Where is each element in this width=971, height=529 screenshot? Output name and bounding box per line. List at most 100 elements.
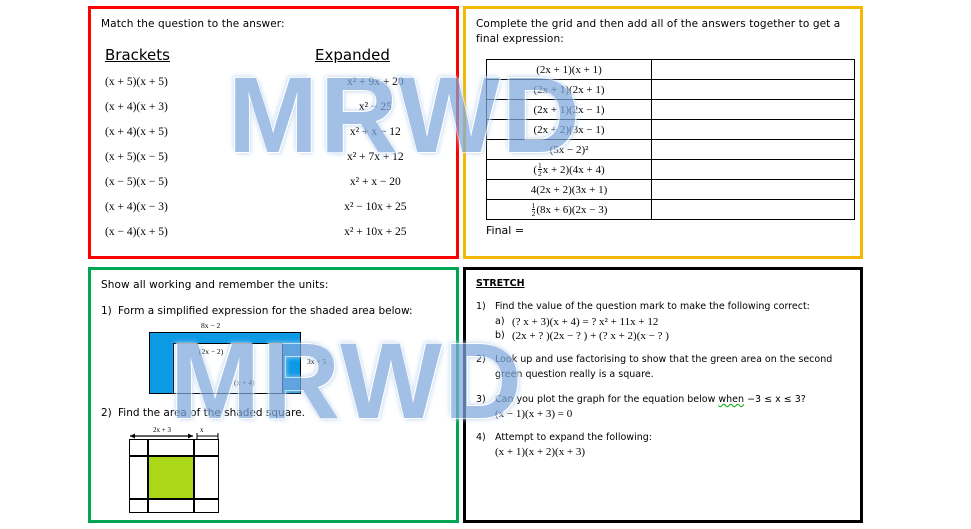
- bracket-expression: (x − 4)(x + 5): [105, 226, 168, 239]
- stretch-item-3-equation: (x − 1)(x + 3) = 0: [495, 408, 573, 420]
- question-text: Form a simplified expression for the sha…: [118, 305, 413, 318]
- table-row: (2x + 1)(2x + 1): [486, 79, 855, 101]
- item-text: Find the value of the question mark to m…: [495, 301, 810, 312]
- question-number: 1): [101, 305, 112, 318]
- fraction-one-half: 12: [531, 200, 536, 219]
- table-row: 4(2x + 2)(3x + 1): [486, 179, 855, 201]
- panel-show-all-working: Show all working and remember the units:…: [88, 267, 459, 523]
- expanded-expression: x² + 9x + 20: [347, 76, 404, 89]
- stretch-item-1a: a) (? x + 3)(x + 4) = ? x² + 11x + 12: [476, 316, 850, 328]
- grid-answer-cell[interactable]: [651, 99, 855, 121]
- table-row: 1 2 (8x + 6)(2x − 3): [486, 199, 855, 221]
- grid-question-cell: 4(2x + 2)(3x + 1): [486, 179, 652, 201]
- grid-prompt: Complete the grid and then add all of th…: [476, 18, 841, 46]
- table-row: (2x + 1)(2x − 1): [486, 99, 855, 121]
- panel-complete-the-grid: Complete the grid and then add all of th…: [463, 6, 863, 259]
- figure2-dimension-arrows: [130, 433, 219, 440]
- expanded-expression: x² + x − 20: [349, 176, 401, 189]
- stretch-item-4-equation: (x + 1)(x + 2)(x + 3): [495, 446, 586, 459]
- grid-answer-cell[interactable]: [651, 179, 855, 201]
- stretch-title: STRETCH: [476, 278, 525, 289]
- expanded-expression: x² + 7x + 12: [347, 151, 404, 164]
- grid-answer-cell[interactable]: [651, 79, 855, 101]
- question-number: 2): [101, 407, 112, 420]
- item-number: 2): [476, 354, 486, 366]
- bracket-expression: (x + 5)(x − 5): [105, 151, 168, 164]
- sub-equation: (2x + ? )(2x − ? ) + (? x + 2)(x − ? ): [512, 330, 669, 343]
- grid-question-cell: (2x + 1)(2x + 1): [486, 79, 652, 101]
- table-row: (1 2 x + 2)(4x + 4): [486, 159, 855, 181]
- panel-stretch: STRETCH 1) Find the value of the questio…: [463, 267, 863, 523]
- stretch-item-1b: b) (2x + ? )(2x − ? ) + (? x + 2)(x − ? …: [476, 330, 850, 342]
- working-question-1: 1) Form a simplified expression for the …: [101, 305, 446, 317]
- grid-answer-cell[interactable]: [651, 139, 855, 161]
- match-row: (x − 5)(x − 5) x² + x − 20: [105, 176, 446, 201]
- working-question-2: 2) Find the area of the shaded square.: [101, 407, 446, 419]
- working-prompt: Show all working and remember the units:: [101, 279, 329, 291]
- match-row: (x + 4)(x + 3) x² − 25: [105, 101, 446, 126]
- figure2-horizontal-divider-top: [129, 455, 219, 457]
- grid-question-cell-fraction: (1 2 x + 2)(4x + 4): [486, 159, 652, 181]
- sub-label: b): [495, 330, 505, 342]
- expanded-expression: x² + x − 12: [349, 126, 401, 139]
- figure1-inner-top-label: (2x − 2): [199, 347, 224, 357]
- spellcheck-underlined-word: when: [718, 393, 745, 405]
- stretch-item-1: 1) Find the value of the question mark t…: [476, 300, 850, 314]
- expanded-expression: x² − 10x + 25: [344, 201, 407, 214]
- expanded-expression: x² + 10x + 25: [344, 226, 407, 239]
- item-number: 3): [476, 393, 486, 405]
- match-prompt: Match the question to the answer:: [101, 18, 285, 30]
- worksheet-canvas: Match the question to the answer: Bracke…: [0, 0, 971, 529]
- figure2-vertical-divider-left: [147, 439, 149, 514]
- figure1-inner-rectangle: [173, 343, 283, 395]
- panel-match-question-to-answer: Match the question to the answer: Bracke…: [88, 6, 459, 259]
- item-text: Can you plot the graph for the equation …: [495, 393, 806, 407]
- grid-question-cell: (2x + 1)(2x − 1): [486, 99, 652, 121]
- table-row: (2x + 2)(3x − 1): [486, 119, 855, 141]
- sub-equation: (? x + 3)(x + 4) = ? x² + 11x + 12: [512, 316, 659, 329]
- figure-shaded-green-square: 2x + 3 x: [123, 425, 323, 515]
- stretch-item-2: 2) Look up and use factorising to show t…: [476, 353, 850, 382]
- match-row: (x + 5)(x − 5) x² + 7x + 12: [105, 151, 446, 176]
- question-text: Find the area of the shaded square.: [118, 407, 305, 420]
- half-row-tail: (8x + 6)(2x − 3): [536, 203, 608, 216]
- item-text: Look up and use factorising to show that…: [495, 354, 833, 380]
- bracket-expression: (x + 4)(x + 3): [105, 101, 168, 114]
- figure2-wide-dimension-label: 2x + 3: [153, 426, 171, 435]
- grid-answer-cell[interactable]: [651, 59, 855, 81]
- grid-question-cell: (2x + 2)(3x − 1): [486, 119, 652, 141]
- match-row: (x − 4)(x + 5) x² + 10x + 25: [105, 226, 446, 251]
- grid-question-cell: (2x + 1)(x + 1): [486, 59, 652, 81]
- grid-answer-cell[interactable]: [651, 199, 855, 221]
- figure1-inner-bottom-label: (x + 4): [234, 378, 255, 388]
- grid-answer-cell[interactable]: [651, 119, 855, 141]
- figure2-vertical-divider-right: [193, 439, 195, 514]
- figure2-narrow-dimension-label: x: [200, 426, 204, 435]
- grid-question-cell: (5x − 2)²: [486, 139, 652, 161]
- match-rows: (x + 5)(x + 5) x² + 9x + 20 (x + 4)(x + …: [101, 76, 446, 251]
- grid-answer-cell[interactable]: [651, 159, 855, 181]
- bracket-expression: (x + 4)(x − 3): [105, 201, 168, 214]
- table-row: (2x + 1)(x + 1): [486, 59, 855, 81]
- fraction-one-half: 12: [538, 160, 542, 179]
- item-text-post: −3 ≤ x ≤ 3?: [744, 393, 806, 405]
- bracket-expression: (x + 5)(x + 5): [105, 76, 168, 89]
- table-row: (5x − 2)²: [486, 139, 855, 161]
- column-header-brackets: Brackets: [105, 46, 170, 65]
- stretch-item-4: 4) Attempt to expand the following:: [476, 431, 850, 445]
- item-number: 1): [476, 301, 486, 312]
- bracket-expression: (x + 4)(x + 5): [105, 126, 168, 139]
- figure1-top-dimension-label: 8x − 2: [201, 321, 221, 331]
- match-column-headers: Brackets Expanded: [101, 46, 446, 64]
- stretch-item-3: 3) Can you plot the graph for the equati…: [476, 393, 850, 407]
- expansion-grid-table: (2x + 1)(x + 1) (2x + 1)(2x + 1) (2x + 1…: [486, 59, 855, 221]
- sub-label: a): [495, 316, 505, 328]
- item-text-pre: Can you plot the graph for the equation …: [495, 393, 719, 405]
- expanded-expression: x² − 25: [358, 101, 392, 114]
- final-expression-label: Final =: [486, 224, 525, 238]
- fraction-row-tail-b: (4x + 4): [569, 163, 605, 176]
- figure2-green-region: [148, 456, 193, 499]
- grid-question-cell-half: 1 2 (8x + 6)(2x − 3): [486, 199, 652, 221]
- match-row: (x + 4)(x − 3) x² − 10x + 25: [105, 201, 446, 226]
- figure-shaded-border-rectangle: 8x − 2 (2x − 2) (x + 4) 3x + 5: [141, 321, 391, 401]
